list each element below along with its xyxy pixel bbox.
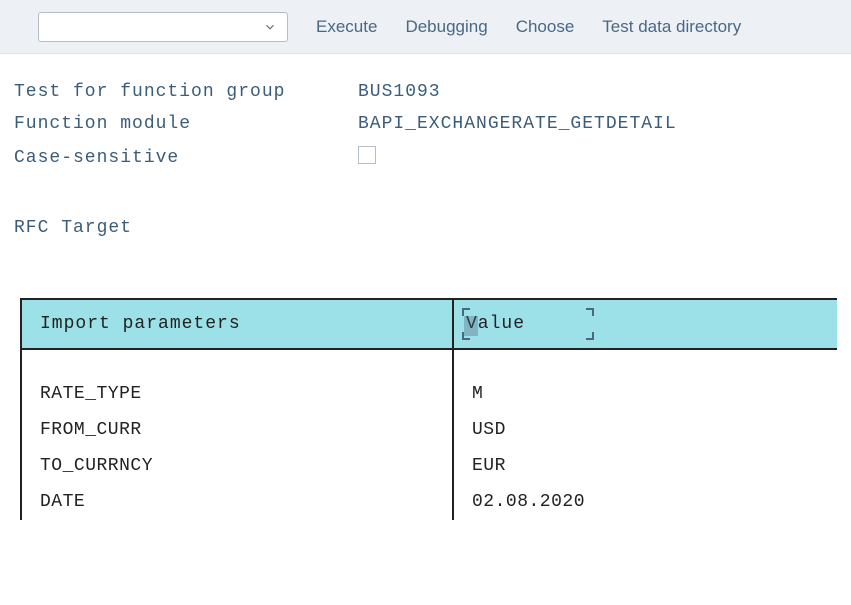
chevron-down-icon	[263, 20, 277, 34]
header-value[interactable]: Value	[453, 299, 837, 349]
param-value[interactable]: 02.08.2020	[453, 484, 837, 520]
table-row: DATE 02.08.2020	[21, 484, 837, 520]
selection-corner-icon	[586, 308, 594, 316]
function-module-row: Function module BAPI_EXCHANGERATE_GETDET…	[14, 114, 837, 134]
parameters-table: Import parameters Value RATE_	[20, 298, 837, 520]
param-name: DATE	[21, 484, 453, 520]
function-group-row: Test for function group BUS1093	[14, 82, 837, 102]
table-row: RATE_TYPE M	[21, 349, 837, 412]
case-sensitive-row: Case-sensitive	[14, 146, 837, 170]
selection-corner-icon	[462, 308, 470, 316]
param-value[interactable]: M	[453, 349, 837, 412]
function-group-value: BUS1093	[358, 82, 441, 102]
test-data-directory-link[interactable]: Test data directory	[602, 17, 741, 37]
case-sensitive-checkbox[interactable]	[358, 146, 376, 164]
content-area: Test for function group BUS1093 Function…	[0, 54, 851, 520]
param-name: FROM_CURR	[21, 412, 453, 448]
function-group-label: Test for function group	[14, 82, 358, 102]
selection-corner-icon	[462, 332, 470, 340]
header-import-parameters: Import parameters	[21, 299, 453, 349]
execute-link[interactable]: Execute	[316, 17, 377, 37]
param-name: RATE_TYPE	[21, 349, 453, 412]
case-sensitive-label: Case-sensitive	[14, 148, 358, 168]
selection-corner-icon	[586, 332, 594, 340]
debugging-link[interactable]: Debugging	[405, 17, 487, 37]
rfc-target-header: RFC Target	[14, 218, 837, 238]
parameters-table-wrap: Import parameters Value RATE_	[14, 298, 837, 520]
toolbar-dropdown[interactable]	[38, 12, 288, 42]
param-value[interactable]: EUR	[453, 448, 837, 484]
table-row: FROM_CURR USD	[21, 412, 837, 448]
toolbar: Execute Debugging Choose Test data direc…	[0, 0, 851, 54]
table-row: TO_CURRNCY EUR	[21, 448, 837, 484]
function-module-value: BAPI_EXCHANGERATE_GETDETAIL	[358, 114, 677, 134]
param-name: TO_CURRNCY	[21, 448, 453, 484]
choose-link[interactable]: Choose	[516, 17, 575, 37]
function-module-label: Function module	[14, 114, 358, 134]
param-value[interactable]: USD	[453, 412, 837, 448]
